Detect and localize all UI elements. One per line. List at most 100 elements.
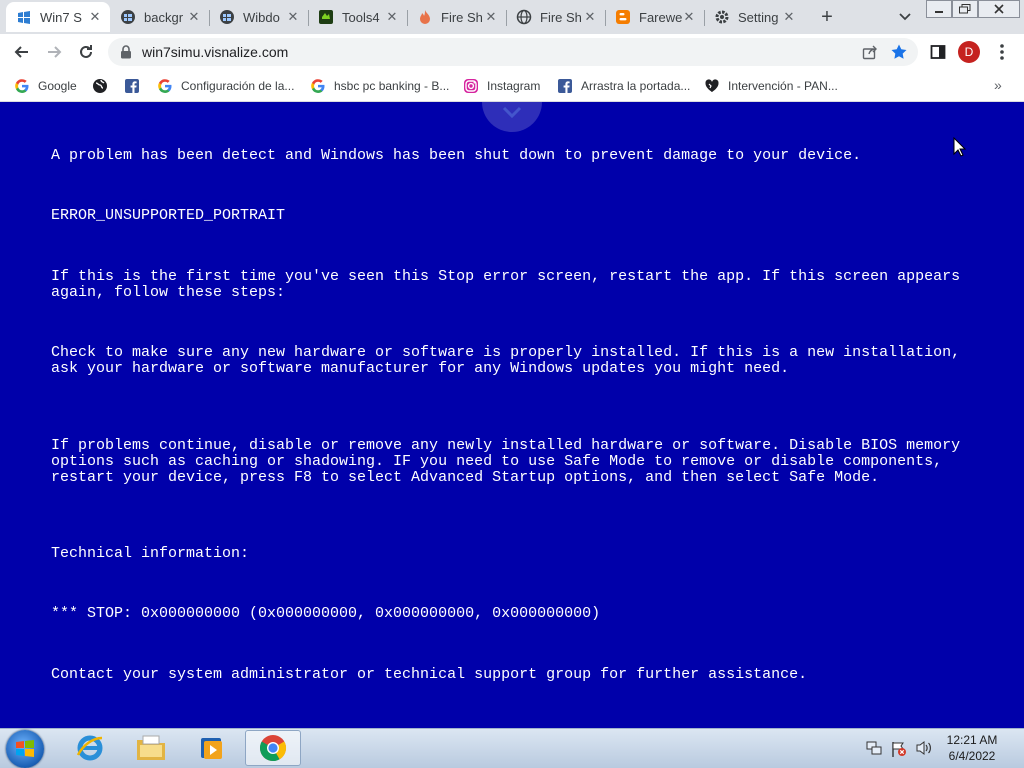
tab-title: Wibdo: [243, 9, 280, 25]
bookmark-label: Arrastra la portada...: [581, 79, 691, 93]
windows-taskbar: 12:21 AM 6/4/2022: [0, 728, 1024, 768]
bookmark-facebook[interactable]: [124, 76, 148, 96]
close-tab-icon[interactable]: ✕: [682, 10, 696, 24]
close-tab-icon[interactable]: ✕: [88, 10, 102, 24]
share-icon[interactable]: [862, 44, 878, 65]
bookmark-label: hsbc pc banking - B...: [334, 79, 450, 93]
chrome-icon: [259, 735, 287, 762]
bsod-screen: A problem has been detect and Windows ha…: [0, 102, 1024, 728]
tab-title: backgr: [144, 9, 184, 25]
tab-settings[interactable]: Setting ✕: [704, 2, 804, 32]
bookmark-instagram[interactable]: Instagram: [463, 76, 540, 96]
address-bar[interactable]: win7simu.visnalize.com: [108, 38, 918, 66]
reload-icon: [80, 45, 92, 58]
forward-arrow-icon: [48, 46, 62, 58]
pull-down-handle[interactable]: [482, 102, 542, 132]
bookmark-google[interactable]: Google: [14, 76, 77, 96]
taskbar-chrome[interactable]: [245, 730, 301, 766]
tab-farewell[interactable]: Farewe ✕: [605, 2, 705, 32]
bookmark-hsbc[interactable]: hsbc pc banking - B...: [310, 76, 449, 96]
windows-logo-icon: [16, 740, 34, 757]
tab-strip: Win7 S ✕ backgr ✕ Wibdo ✕ Tools4 ✕ Fire …: [0, 0, 1024, 34]
bookmark-label: Intervención - PAN...: [728, 79, 838, 93]
back-arrow-icon: [14, 46, 28, 58]
internet-explorer-icon: [76, 735, 103, 761]
tab-background[interactable]: backgr ✕: [110, 2, 210, 32]
side-panel-icon: [930, 45, 946, 59]
tab-title: Fire Sh: [441, 9, 483, 25]
more-vert-icon: [1000, 44, 1004, 60]
tab-title: Setting: [738, 9, 779, 25]
back-button[interactable]: [10, 40, 34, 64]
bookmarks-overflow-icon[interactable]: »: [994, 77, 1002, 93]
action-center-flag-icon[interactable]: [890, 740, 908, 758]
restore-window-button[interactable]: [952, 0, 978, 18]
close-window-button[interactable]: [978, 0, 1020, 18]
bookmark-arrastra[interactable]: Arrastra la portada...: [557, 76, 690, 96]
bookmark-star-icon[interactable]: [890, 43, 908, 66]
google-icon: [157, 78, 173, 94]
tools-favicon: [318, 9, 334, 25]
minimize-window-button[interactable]: [926, 0, 952, 18]
tab-fire-sh-1[interactable]: Fire Sh ✕: [407, 2, 507, 32]
forward-button[interactable]: [42, 40, 66, 64]
bookmark-configuracion[interactable]: Configuración de la...: [157, 76, 294, 96]
globe-icon: [92, 78, 108, 94]
file-explorer-icon: [137, 735, 165, 760]
close-tab-icon[interactable]: ✕: [385, 10, 399, 24]
close-tab-icon[interactable]: ✕: [484, 10, 498, 24]
gear-favicon: [714, 9, 730, 25]
clock-time: 12:21 AM: [946, 733, 998, 747]
close-tab-icon[interactable]: ✕: [583, 10, 597, 24]
facebook-icon: [124, 78, 140, 94]
bsod-error-code: ERROR_UNSUPPORTED_PORTRAIT: [51, 207, 286, 224]
tab-fire-sh-2[interactable]: Fire Sh ✕: [506, 2, 606, 32]
tab-title: Fire Sh: [540, 9, 582, 25]
close-tab-icon[interactable]: ✕: [286, 10, 300, 24]
google-icon: [310, 78, 326, 94]
heart-icon: [704, 78, 720, 94]
bookmark-label: Configuración de la...: [181, 79, 295, 93]
taskbar-file-explorer[interactable]: [123, 730, 179, 766]
chrome-menu-button[interactable]: [990, 40, 1014, 64]
bsod-problems: If problems continue, disable or remove …: [51, 437, 970, 486]
bsod-check: Check to make sure any new hardware or s…: [51, 344, 970, 377]
tab-search-chevron-icon[interactable]: [896, 8, 914, 26]
chevron-down-icon: [502, 106, 522, 118]
blogger-favicon: [615, 9, 631, 25]
bsod-contact: Contact your system administrator or tec…: [51, 666, 808, 683]
globe-favicon: [516, 9, 532, 25]
tab-title: Win7 S: [40, 9, 82, 25]
reload-button[interactable]: [74, 40, 98, 64]
taskbar-clock[interactable]: 12:21 AM 6/4/2022: [930, 732, 1014, 764]
facebook-icon: [557, 78, 573, 94]
new-tab-button[interactable]: +: [816, 6, 838, 28]
bookmark-globe[interactable]: [92, 76, 116, 96]
lock-icon: [120, 45, 132, 64]
taskbar-internet-explorer[interactable]: [62, 730, 118, 766]
bookmark-label: Google: [38, 79, 77, 93]
flame-favicon: [417, 9, 433, 25]
bsod-intro: A problem has been detect and Windows ha…: [51, 147, 862, 164]
win7-favicon: [219, 9, 235, 25]
url-text: win7simu.visnalize.com: [142, 44, 289, 60]
start-button[interactable]: [6, 730, 44, 768]
close-tab-icon[interactable]: ✕: [782, 10, 796, 24]
bsod-tech-header: Technical information:: [51, 545, 250, 562]
close-tab-icon[interactable]: ✕: [187, 10, 201, 24]
taskbar-media-player[interactable]: [184, 730, 240, 766]
tab-title: Farewe: [639, 9, 682, 25]
side-panel-button[interactable]: [926, 40, 950, 64]
tab-win7-simu[interactable]: Win7 S ✕: [6, 2, 110, 32]
media-player-icon: [201, 738, 222, 759]
tab-wibdo[interactable]: Wibdo ✕: [209, 2, 309, 32]
browser-toolbar: win7simu.visnalize.com D: [0, 34, 1024, 70]
bookmarks-bar: Google Configuración de la... hsbc pc ba…: [0, 70, 1024, 102]
tab-tools4[interactable]: Tools4 ✕: [308, 2, 408, 32]
bookmark-intervencion[interactable]: Intervención - PAN...: [704, 76, 838, 96]
network-tray-icon[interactable]: [866, 740, 882, 756]
google-icon: [14, 78, 30, 94]
profile-avatar[interactable]: D: [958, 41, 980, 63]
clock-date: 6/4/2022: [948, 749, 996, 763]
win7-favicon: [16, 9, 32, 25]
